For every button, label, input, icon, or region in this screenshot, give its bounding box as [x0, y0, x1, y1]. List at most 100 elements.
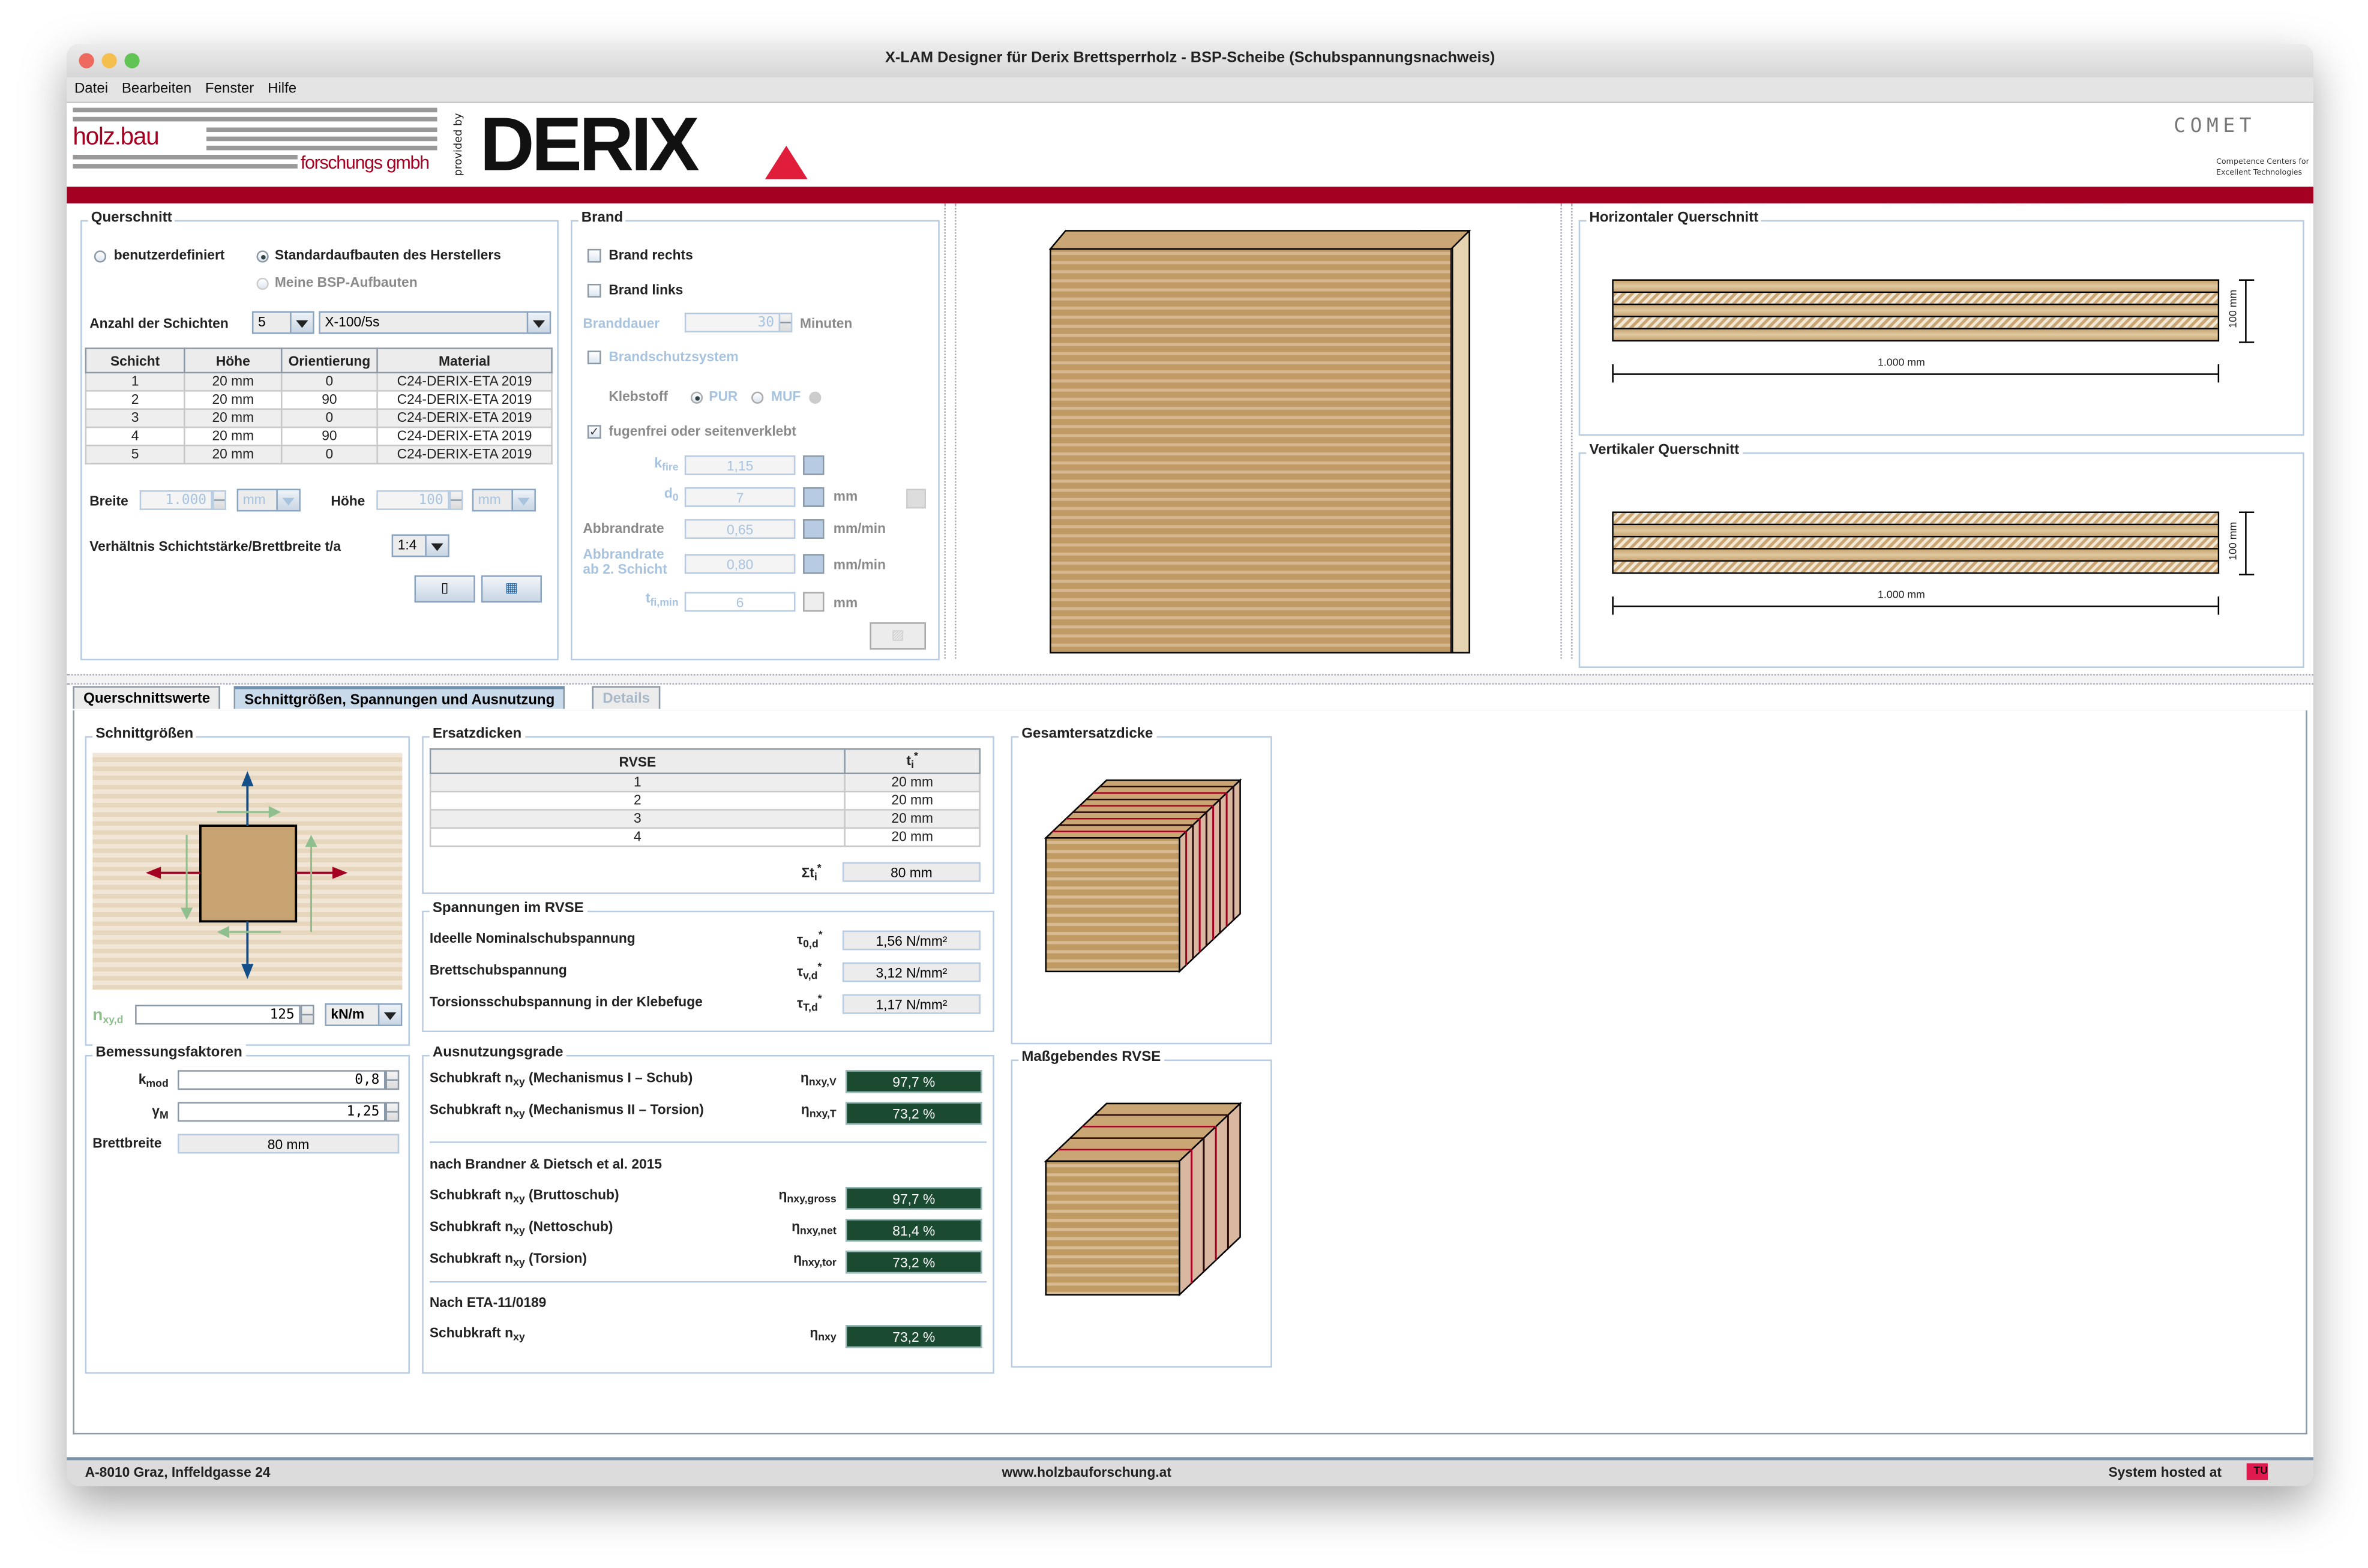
duration-input[interactable]: 30 — [684, 313, 781, 332]
table-row[interactable]: 2 20 mm 90 C24-DERIX-ETA 2019 — [85, 390, 553, 410]
brand-right-checkbox[interactable] — [587, 248, 601, 263]
adhesive-muf-label[interactable]: MUF — [771, 389, 801, 404]
kmod-stepper[interactable] — [385, 1070, 400, 1090]
save-layup-button[interactable]: ▯ — [414, 575, 475, 603]
layers-select[interactable]: 5 — [251, 311, 314, 334]
brand-left-checkbox[interactable] — [587, 284, 601, 298]
joint-label[interactable]: fugenfrei oder seitenverklebt — [609, 424, 796, 439]
col-material[interactable]: Material — [376, 347, 553, 374]
lock-icon[interactable] — [803, 487, 825, 507]
radio-standard-label[interactable]: Standardaufbauten des Herstellers — [275, 247, 501, 262]
menu-datei[interactable]: Datei — [67, 77, 114, 97]
nxy-stepper[interactable] — [300, 1005, 314, 1025]
split-pane-divider[interactable] — [1560, 203, 1573, 659]
table-row[interactable]: 5 20 mm 0 C24-DERIX-ETA 2019 — [85, 445, 553, 465]
nxy-unit-select[interactable]: kN/m — [325, 1003, 403, 1026]
table-cell[interactable]: C24-DERIX-ETA 2019 — [376, 426, 553, 446]
adhesive-pur-label[interactable]: PUR — [709, 389, 738, 404]
table-cell[interactable]: C24-DERIX-ETA 2019 — [376, 408, 553, 428]
table-row[interactable]: 1 20 mm — [429, 772, 981, 793]
width-stepper[interactable] — [212, 490, 226, 510]
nxy-input[interactable]: 125 — [135, 1005, 301, 1025]
menu-fenster[interactable]: Fenster — [197, 77, 260, 97]
table-cell[interactable]: 20 mm — [184, 390, 283, 410]
table-row[interactable]: 3 20 mm 0 C24-DERIX-ETA 2019 — [85, 408, 553, 428]
tab-details[interactable]: Details — [592, 686, 661, 709]
fire-chart-button[interactable]: ▨ — [870, 622, 926, 650]
height-stepper[interactable] — [449, 490, 463, 510]
split-pane-divider[interactable] — [944, 203, 957, 659]
table-cell[interactable]: 0 — [280, 371, 378, 392]
table-cell[interactable]: 0 — [280, 408, 378, 428]
radio-mine[interactable] — [256, 277, 269, 290]
table-cell[interactable]: 20 mm — [184, 445, 283, 465]
footer-website[interactable]: www.holzbauforschung.at — [1002, 1465, 1171, 1480]
height-unit-select[interactable]: mm — [472, 488, 536, 512]
duration-stepper[interactable] — [778, 313, 793, 332]
adhesive-pur-radio[interactable] — [690, 391, 703, 404]
brand-right-label[interactable]: Brand rechts — [609, 247, 693, 262]
table-cell[interactable]: C24-DERIX-ETA 2019 — [376, 371, 553, 392]
menu-bearbeiten[interactable]: Bearbeiten — [114, 77, 197, 97]
table-cell[interactable]: 4 — [85, 426, 185, 446]
lock-icon[interactable] — [803, 455, 825, 475]
radio-custom[interactable] — [94, 250, 107, 263]
width-input[interactable]: 1.000 — [139, 490, 213, 510]
table-cell[interactable]: 20 mm — [184, 426, 283, 446]
col-rvse[interactable]: RVSE — [429, 748, 846, 775]
table-cell[interactable]: 90 — [280, 390, 378, 410]
d0-input[interactable]: 7 — [684, 487, 796, 507]
chevron-down-icon — [425, 535, 448, 556]
height-input[interactable]: 100 — [376, 490, 449, 510]
radio-standard[interactable] — [256, 250, 269, 263]
col-schicht[interactable]: Schicht — [85, 347, 185, 374]
table-row[interactable]: 3 20 mm — [429, 809, 981, 829]
table-row[interactable]: 4 20 mm 90 C24-DERIX-ETA 2019 — [85, 426, 553, 446]
split-pane-divider-horizontal[interactable] — [67, 674, 2313, 685]
joint-checkbox[interactable]: ✓ — [587, 425, 601, 439]
table-row[interactable]: 2 20 mm — [429, 790, 981, 811]
table-cell[interactable]: 20 mm — [184, 371, 283, 392]
gamma-stepper[interactable] — [385, 1102, 400, 1122]
ratio-select[interactable]: 1:4 — [391, 534, 449, 557]
tfi-input[interactable]: 6 — [684, 592, 796, 612]
lock-icon[interactable] — [803, 519, 825, 539]
table-cell[interactable]: 1 — [85, 371, 185, 392]
table-row[interactable]: 1 20 mm 0 C24-DERIX-ETA 2019 — [85, 371, 553, 392]
radio-mine-label[interactable]: Meine BSP-Aufbauten — [275, 275, 418, 290]
tab-schnittgroessen[interactable]: Schnittgrößen, Spannungen und Ausnutzung — [233, 686, 566, 709]
width-unit-select[interactable]: mm — [236, 488, 301, 512]
lock-icon[interactable] — [803, 554, 825, 574]
col-orientierung[interactable]: Orientierung — [280, 347, 378, 374]
kfire-input[interactable]: 1,15 — [684, 455, 796, 475]
kmod-input[interactable]: 0,8 — [177, 1070, 386, 1090]
table-cell[interactable]: 90 — [280, 426, 378, 446]
chart-icon: ▨ — [891, 628, 904, 644]
table-button[interactable]: ▦ — [481, 575, 542, 603]
calculator-icon[interactable] — [906, 488, 926, 509]
rate-input[interactable]: 0,65 — [684, 519, 796, 539]
utilization-label: Schubkraft nxy (Nettoschub) — [429, 1219, 613, 1237]
table-cell[interactable]: 20 mm — [184, 408, 283, 428]
col-t[interactable]: ti* — [844, 748, 981, 775]
col-hoehe[interactable]: Höhe — [184, 347, 283, 374]
table-cell[interactable]: C24-DERIX-ETA 2019 — [376, 445, 553, 465]
unlock-icon[interactable] — [803, 592, 825, 612]
table-row[interactable]: 4 20 mm — [429, 827, 981, 847]
menu-hilfe[interactable]: Hilfe — [260, 77, 302, 97]
tab-querschnittswerte[interactable]: Querschnittswerte — [73, 686, 221, 709]
brand-left-label[interactable]: Brand links — [609, 282, 683, 297]
gamma-input[interactable]: 1,25 — [177, 1102, 386, 1122]
table-cell[interactable]: 3 — [85, 408, 185, 428]
protection-label[interactable]: Brandschutzsystem — [609, 349, 738, 364]
adhesive-muf-radio[interactable] — [751, 391, 764, 404]
info-icon[interactable] — [809, 391, 822, 404]
product-select[interactable]: X-100/5s — [319, 311, 551, 334]
protection-checkbox[interactable] — [587, 350, 601, 365]
rate2-input[interactable]: 0,80 — [684, 554, 796, 574]
table-cell[interactable]: C24-DERIX-ETA 2019 — [376, 390, 553, 410]
table-cell[interactable]: 5 — [85, 445, 185, 465]
table-cell[interactable]: 2 — [85, 390, 185, 410]
table-cell[interactable]: 0 — [280, 445, 378, 465]
radio-custom-label[interactable]: benutzerdefiniert — [114, 247, 225, 262]
